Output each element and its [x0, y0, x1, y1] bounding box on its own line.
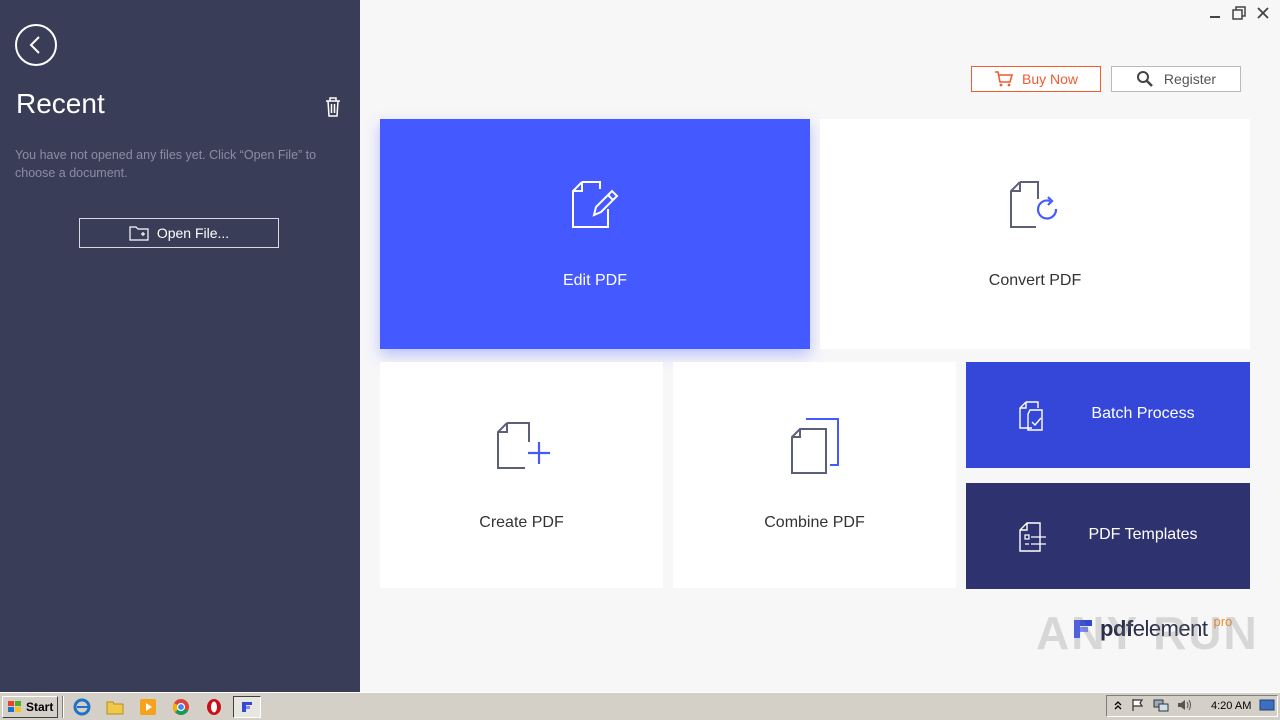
flag-icon[interactable]	[1131, 698, 1145, 715]
edit-pdf-tile[interactable]: Edit PDF	[380, 119, 810, 349]
minimize-button[interactable]	[1206, 4, 1224, 22]
recent-sidebar: Recent You have not opened any files yet…	[0, 0, 360, 692]
combine-pdf-label: Combine PDF	[764, 514, 865, 531]
combine-pdf-tile[interactable]: Combine PDF	[673, 362, 956, 588]
combine-documents-icon	[791, 418, 839, 474]
media-player-icon[interactable]	[134, 696, 162, 718]
maximize-button[interactable]	[1230, 4, 1248, 22]
chevron-left-icon	[29, 36, 40, 54]
convert-pdf-label: Convert PDF	[988, 272, 1082, 289]
open-file-button[interactable]: Open File...	[79, 218, 279, 248]
folder-add-icon	[129, 226, 149, 241]
edit-document-icon	[572, 181, 619, 228]
back-button[interactable]	[15, 24, 57, 66]
pdfelement-taskbar-icon[interactable]	[233, 695, 262, 718]
create-document-icon	[497, 422, 550, 469]
brand-name-bold: pdf	[1100, 616, 1133, 641]
network-icon[interactable]	[1153, 698, 1169, 715]
edit-pdf-label: Edit PDF	[562, 272, 627, 289]
convert-document-icon	[1010, 181, 1058, 228]
batch-process-label: Batch Process	[1091, 405, 1195, 422]
show-hidden-icons-icon[interactable]	[1113, 699, 1123, 714]
clock[interactable]: 4:20 AM	[1211, 700, 1251, 712]
system-tray: 4:20 AM	[1106, 695, 1278, 717]
trash-icon[interactable]	[323, 96, 343, 118]
start-button[interactable]: Start	[2, 695, 59, 718]
pdf-templates-label: PDF Templates	[1088, 526, 1198, 543]
search-icon	[1136, 71, 1153, 87]
brand-name: pdfelement	[1100, 616, 1208, 642]
pdfelement-logo: pdfelement pro	[1072, 613, 1233, 642]
internet-explorer-icon[interactable]	[68, 696, 96, 718]
volume-icon[interactable]	[1177, 698, 1193, 715]
buy-now-label: Buy Now	[1021, 71, 1079, 87]
start-label: Start	[26, 699, 54, 714]
batch-process-tile[interactable]: Batch Process	[966, 362, 1250, 468]
register-label: Register	[1163, 71, 1217, 87]
file-explorer-icon[interactable]	[101, 696, 129, 718]
templates-icon	[1019, 522, 1046, 552]
pdfelement-mark-icon	[1074, 620, 1092, 638]
register-button[interactable]: Register	[1111, 66, 1241, 92]
open-file-label: Open File...	[156, 225, 230, 241]
chrome-icon[interactable]	[167, 696, 195, 718]
create-pdf-tile[interactable]: Create PDF	[380, 362, 663, 588]
cart-icon	[994, 71, 1014, 87]
convert-pdf-tile[interactable]: Convert PDF	[820, 119, 1250, 349]
recent-title: Recent	[16, 88, 105, 119]
show-desktop-icon[interactable]	[1259, 699, 1275, 714]
taskbar: Start 4:20 AM	[0, 692, 1280, 720]
close-button[interactable]	[1254, 4, 1272, 22]
pdf-templates-tile[interactable]: PDF Templates	[966, 483, 1250, 589]
windows-logo-icon	[8, 700, 21, 712]
create-pdf-label: Create PDF	[479, 514, 564, 531]
batch-process-icon	[1019, 401, 1043, 431]
brand-name-light: element	[1132, 616, 1208, 641]
buy-now-button[interactable]: Buy Now	[971, 66, 1101, 92]
window-controls	[1206, 4, 1272, 22]
brand-edition: pro	[1213, 613, 1233, 629]
opera-icon[interactable]	[200, 696, 228, 718]
taskbar-separator	[62, 695, 65, 718]
empty-recent-message: You have not opened any files yet. Click…	[15, 148, 317, 180]
